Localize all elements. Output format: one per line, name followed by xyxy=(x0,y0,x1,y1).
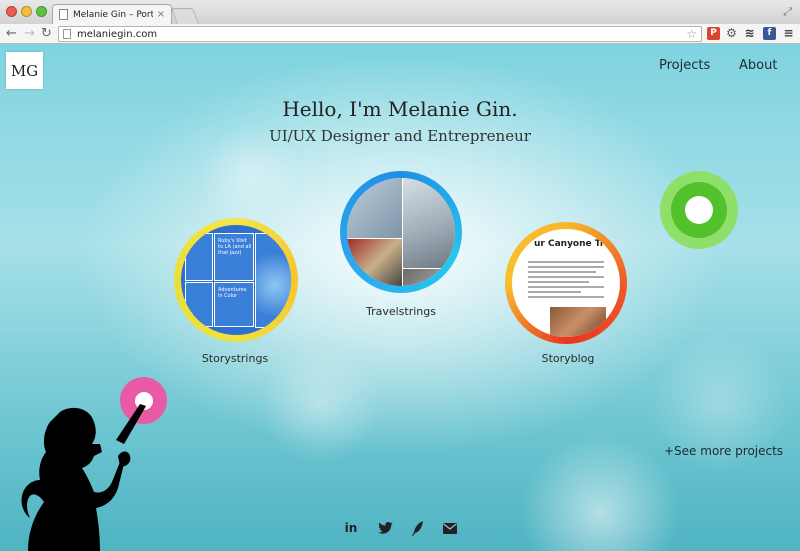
star-icon[interactable]: ☆ xyxy=(686,27,697,41)
new-tab-button[interactable] xyxy=(171,8,199,24)
tab-close-icon[interactable]: × xyxy=(157,9,165,20)
quill-icon[interactable] xyxy=(409,520,427,536)
hero-subtitle: UI/UX Designer and Entrepreneur xyxy=(269,127,531,145)
story-tile: Adventures in Color xyxy=(214,282,254,327)
site-logo[interactable]: MG xyxy=(6,52,43,89)
project-storyblog-label[interactable]: Storyblog xyxy=(498,352,638,365)
url-text[interactable]: melaniegin.com xyxy=(77,29,686,40)
decorative-green-circle xyxy=(660,171,738,249)
tab-title: Melanie Gin – Portfolio xyxy=(73,9,153,20)
menu-icon[interactable]: ≡ xyxy=(782,27,795,40)
forward-icon[interactable]: → xyxy=(24,26,35,42)
gear-icon[interactable]: ⚙ xyxy=(725,27,738,40)
travel-photo xyxy=(403,269,455,286)
minimize-window-button[interactable] xyxy=(21,6,32,17)
twitter-icon[interactable] xyxy=(376,520,394,536)
page-content: MG Projects About Hello, I'm Melanie Gin… xyxy=(0,44,800,551)
story-tile xyxy=(185,282,213,327)
fullscreen-icon[interactable]: ⤢ xyxy=(783,5,792,19)
window-titlebar: Melanie Gin – Portfolio × ⤢ xyxy=(0,0,800,24)
project-storystrings-label[interactable]: Storystrings xyxy=(165,352,305,365)
storyblog-text-lines xyxy=(528,261,604,301)
linkedin-icon[interactable]: in xyxy=(342,520,360,536)
storyblog-post-title: ur Canyone Trip! xyxy=(534,239,618,249)
close-window-button[interactable] xyxy=(6,6,17,17)
address-bar[interactable]: melaniegin.com ☆ xyxy=(58,26,702,42)
project-storyblog-thumbnail[interactable]: ur Canyone Trip! xyxy=(505,222,627,344)
doc-icon xyxy=(59,9,68,20)
story-tile xyxy=(255,233,291,328)
story-tile: Ruby's Visit to LA (and all that jazz) xyxy=(214,233,254,281)
story-tile-text: Ruby's Visit to LA (and all that jazz) xyxy=(218,238,252,256)
hero-title: Hello, I'm Melanie Gin. xyxy=(282,97,518,121)
back-icon[interactable]: ← xyxy=(6,26,17,42)
project-travelstrings-label[interactable]: Travelstrings xyxy=(331,305,471,318)
travel-photo xyxy=(347,178,402,238)
nav-projects-link[interactable]: Projects xyxy=(659,58,710,73)
project-storystrings-thumbnail[interactable]: Ruby's Visit to LA (and all that jazz) A… xyxy=(174,218,298,342)
travel-photo xyxy=(403,178,455,268)
layers-icon[interactable]: ≋ xyxy=(743,27,756,40)
browser-toolbar: ← → ↻ melaniegin.com ☆ P ⚙ ≋ f ≡ xyxy=(0,24,800,44)
story-tile-text: Adventures in Color xyxy=(218,287,247,299)
extension-pocket-icon[interactable]: P xyxy=(707,27,720,40)
mail-icon[interactable] xyxy=(441,520,459,536)
storyblog-photo xyxy=(550,307,606,337)
girl-silhouette-illustration xyxy=(21,404,146,551)
travel-photo xyxy=(347,239,402,286)
page-icon xyxy=(63,29,71,39)
facebook-icon[interactable]: f xyxy=(763,27,776,40)
story-tile xyxy=(185,233,213,281)
reload-icon[interactable]: ↻ xyxy=(41,26,52,42)
browser-tab[interactable]: Melanie Gin – Portfolio × xyxy=(52,4,172,24)
nav-about-link[interactable]: About xyxy=(739,58,777,73)
see-more-projects-link[interactable]: +See more projects xyxy=(664,444,783,458)
project-travelstrings-thumbnail[interactable] xyxy=(340,171,462,293)
zoom-window-button[interactable] xyxy=(36,6,47,17)
